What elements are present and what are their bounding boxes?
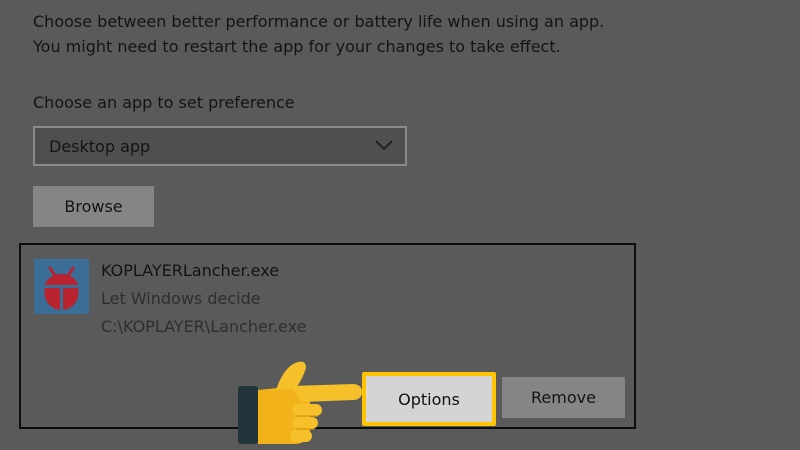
app-preference-status: Let Windows decide [101, 289, 261, 308]
description-line-1: Choose between better performance or bat… [33, 12, 605, 31]
chevron-down-icon [375, 140, 393, 151]
options-button[interactable]: Options [362, 372, 496, 426]
remove-button[interactable]: Remove [502, 377, 625, 418]
description-line-2: You might need to restart the app for yo… [33, 37, 561, 56]
app-type-dropdown[interactable]: Desktop app [33, 126, 407, 166]
app-name: KOPLAYERLancher.exe [101, 261, 280, 280]
pointing-hand-icon [238, 361, 362, 444]
description: Choose between better performance or bat… [33, 9, 604, 59]
app-path: C:\KOPLAYER\Lancher.exe [101, 317, 307, 336]
dropdown-value: Desktop app [49, 137, 151, 156]
choose-app-label: Choose an app to set preference [33, 93, 295, 112]
browse-button[interactable]: Browse [33, 186, 154, 227]
koplayer-app-icon [34, 259, 89, 314]
